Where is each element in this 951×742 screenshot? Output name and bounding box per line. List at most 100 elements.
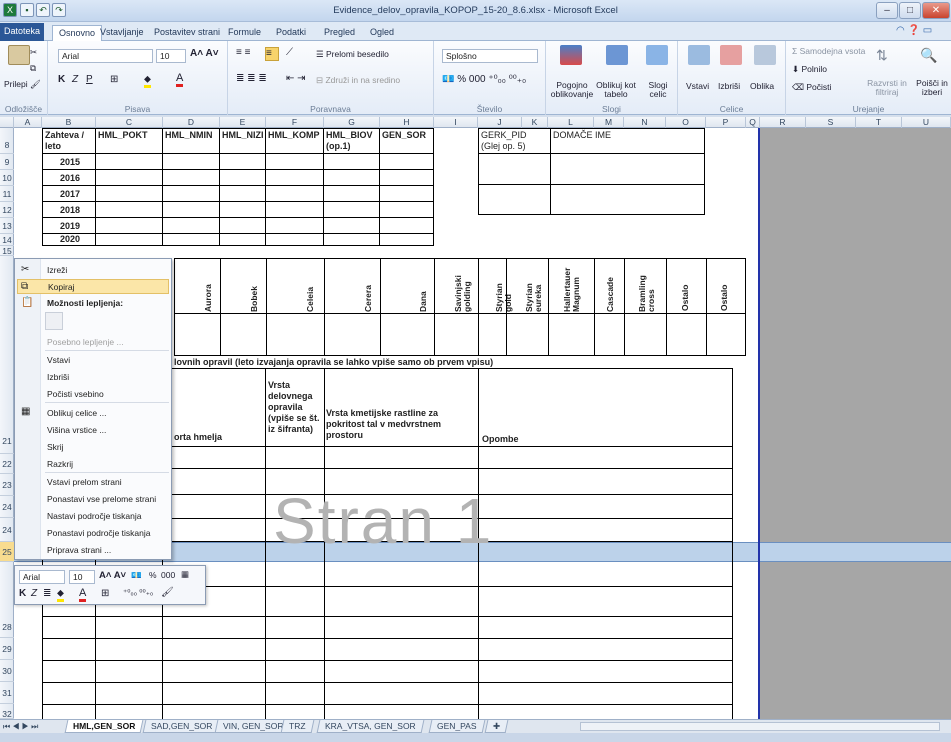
sheet-tab-active[interactable]: HML,GEN_SOR — [64, 720, 144, 733]
mini-grow-font-icon[interactable]: A˄ A˅ — [99, 570, 126, 581]
tab-view[interactable]: Ogled — [364, 25, 400, 41]
merge-center-button[interactable]: ⊟ Združi in na sredino — [316, 75, 400, 86]
mini-size-combo[interactable]: 10 — [69, 570, 95, 584]
column-header[interactable]: N — [624, 117, 666, 128]
new-sheet-tab[interactable]: ✚ — [484, 720, 509, 733]
header-hml-pokt[interactable]: HML_POKT — [95, 128, 163, 154]
row-header[interactable]: 24 — [0, 518, 14, 542]
row-header[interactable]: 13 — [0, 218, 14, 234]
cell-styles-icon[interactable] — [646, 45, 668, 65]
mini-font-combo[interactable]: Arial — [19, 570, 65, 584]
header-hml-nmin[interactable]: HML_NMIN — [162, 128, 220, 154]
format-painter-icon[interactable]: 🖌 — [30, 79, 41, 90]
bold-button[interactable]: K — [58, 74, 65, 85]
column-header[interactable]: U — [902, 117, 951, 128]
column-header[interactable]: I — [434, 117, 478, 128]
row-header[interactable]: 31 — [0, 682, 14, 704]
number-format-combo[interactable]: Splošno — [442, 49, 538, 63]
row-header[interactable]: 9 — [0, 154, 14, 170]
mini-percent-button[interactable]: % — [149, 570, 157, 580]
column-header[interactable]: B — [42, 117, 96, 128]
tab-formulas[interactable]: Formule — [222, 25, 267, 41]
menu-item-page-setup[interactable]: Priprava strani ... — [47, 545, 111, 555]
select-all-corner[interactable] — [0, 117, 14, 128]
menu-item-hide[interactable]: Skrij — [47, 442, 64, 452]
sheet-tab[interactable]: KRA_VTSA, GEN_SOR — [316, 720, 425, 733]
format-as-table-icon[interactable] — [606, 45, 628, 65]
menu-item-delete[interactable]: Izbriši — [47, 372, 69, 382]
delete-cells-label[interactable]: Izbriši — [718, 81, 740, 91]
paste-icon[interactable] — [8, 45, 30, 65]
sheet-tab[interactable]: SAD,GEN_SOR — [142, 720, 221, 733]
column-header[interactable]: D — [163, 117, 220, 128]
maximize-button[interactable]: □ — [899, 2, 921, 19]
row-header[interactable]: 21 — [0, 428, 14, 454]
tab-file[interactable]: Datoteka — [0, 23, 45, 41]
column-header[interactable]: L — [548, 117, 594, 128]
menu-item-unhide[interactable]: Razkrij — [47, 459, 73, 469]
header-hml-nizi[interactable]: HML_NIZI — [219, 128, 266, 154]
tab-review[interactable]: Pregled — [318, 25, 361, 41]
conditional-formatting-icon[interactable] — [560, 45, 582, 65]
underline-button[interactable]: P — [86, 74, 93, 85]
column-header[interactable]: C — [96, 117, 163, 128]
header-gen-sor[interactable]: GEN_SOR — [379, 128, 434, 154]
header-hml-biov[interactable]: HML_BIOV (op.1) — [323, 128, 380, 154]
italic-button[interactable]: Z — [72, 74, 78, 85]
font-name-combo[interactable]: Arial — [58, 49, 153, 63]
sheet-tab[interactable]: TRZ — [280, 720, 314, 733]
menu-item-cut[interactable]: Izreži — [47, 265, 67, 275]
header-domace-ime[interactable]: DOMAČE IME — [550, 128, 705, 154]
find-select-label[interactable]: Poišči in izberi — [912, 79, 951, 97]
column-header[interactable]: F — [266, 117, 324, 128]
format-cells-icon[interactable] — [754, 45, 776, 65]
mini-italic-button[interactable]: Z — [31, 588, 37, 599]
row-header[interactable]: 12 — [0, 202, 14, 218]
column-header[interactable]: S — [806, 117, 856, 128]
header-hml-komp[interactable]: HML_KOMP — [265, 128, 324, 154]
align-top-icon[interactable]: ≡ ≡ — [236, 47, 250, 58]
row-header[interactable]: 11 — [0, 186, 14, 202]
sort-filter-icon[interactable]: ⇅ — [876, 47, 888, 64]
menu-item-clear-contents[interactable]: Počisti vsebino — [47, 389, 104, 399]
varieties-input-row[interactable] — [174, 313, 746, 356]
column-header[interactable]: O — [666, 117, 706, 128]
mini-thousands-button[interactable]: 000 — [161, 570, 175, 580]
delete-cells-icon[interactable] — [720, 45, 742, 65]
mini-decimal-icon[interactable]: ⁺⁰₀₀ ⁰⁰₊₀ — [123, 588, 153, 597]
column-header[interactable]: M — [594, 117, 624, 128]
tab-scroll-icon[interactable]: ⏮ ◀ ▶ ⏭ — [3, 722, 38, 732]
column-header[interactable]: G — [324, 117, 380, 128]
menu-item-reset-print-area[interactable]: Ponastavi področje tiskanja — [47, 528, 150, 538]
mini-bold-button[interactable]: K — [19, 588, 26, 599]
row-header[interactable]: 29 — [0, 638, 14, 660]
cell-styles-label[interactable]: Slogi celic — [642, 81, 674, 99]
horizontal-scrollbar[interactable] — [580, 722, 940, 731]
row-header[interactable]: 8 — [0, 128, 14, 154]
insert-cells-icon[interactable] — [688, 45, 710, 65]
menu-item-row-height[interactable]: Višina vrstice ... — [47, 425, 106, 435]
tab-page-layout[interactable]: Postavitev strani — [148, 25, 226, 41]
header-zahteva[interactable]: Zahteva / leto — [42, 128, 96, 154]
row-header[interactable]: 22 — [0, 454, 14, 474]
fill-color-icon[interactable]: ⬥ — [144, 74, 151, 88]
column-header[interactable]: E — [220, 117, 266, 128]
column-header[interactable]: Q — [746, 117, 760, 128]
mini-borders-icon[interactable]: ⊞ — [101, 588, 109, 599]
mini-currency-icon[interactable]: 💶 — [131, 570, 142, 581]
find-select-icon[interactable]: 🔍 — [920, 47, 937, 64]
minimize-button[interactable]: – — [876, 2, 898, 19]
align-left-icon[interactable]: ≣ ≣ ≣ — [236, 73, 267, 84]
row-header[interactable]: 28 — [0, 616, 14, 638]
help-icon[interactable]: ◠ ❓ ▭ — [896, 25, 932, 36]
mini-format-icon[interactable]: ▦ — [181, 569, 189, 580]
menu-item-reset-page-breaks[interactable]: Ponastavi vse prelome strani — [47, 494, 156, 504]
paste-label[interactable]: Prilepi — [4, 79, 28, 89]
column-header[interactable]: H — [380, 117, 434, 128]
sort-filter-label[interactable]: Razvrsti in filtriraj — [866, 79, 908, 97]
indent-icon[interactable]: ⇤ ⇥ — [286, 73, 306, 84]
mini-fill-color-icon[interactable]: ⬥ — [57, 588, 64, 602]
tab-insert[interactable]: Vstavljanje — [94, 25, 150, 41]
borders-icon[interactable]: ⊞ — [110, 74, 118, 85]
menu-item-insert[interactable]: Vstavi — [47, 355, 70, 365]
